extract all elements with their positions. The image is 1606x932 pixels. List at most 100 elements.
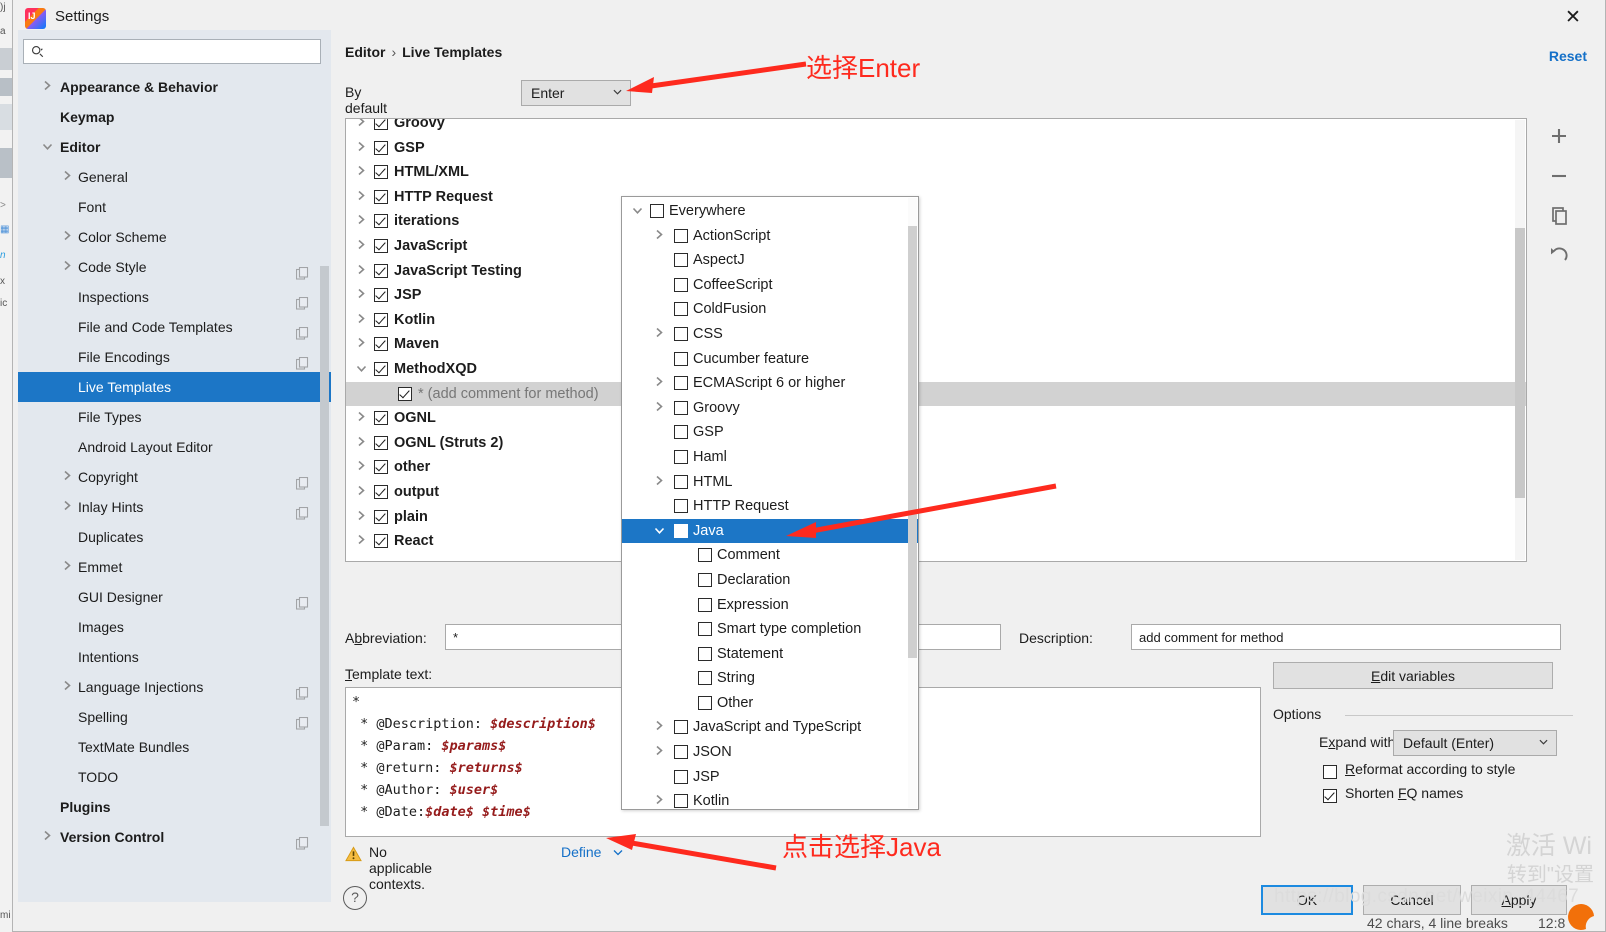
chevron-right-icon[interactable] (60, 672, 74, 702)
context-checkbox[interactable] (674, 499, 688, 514)
template-checkbox[interactable] (374, 312, 388, 327)
template-group-row[interactable]: iterations (346, 209, 1526, 234)
sidebar-item-duplicates[interactable]: Duplicates (18, 522, 331, 552)
context-checkbox[interactable] (650, 204, 664, 218)
context-option-java[interactable]: Java (622, 518, 918, 544)
breadcrumb-root[interactable]: Editor (345, 44, 385, 60)
template-tree-scrollbar[interactable] (1515, 120, 1525, 560)
context-checkbox[interactable] (674, 769, 688, 784)
expand-with-combo[interactable]: Default (Enter) (1393, 730, 1557, 756)
context-option-kotlin[interactable]: Kotlin (622, 789, 918, 809)
sidebar-item-spelling[interactable]: Spelling (18, 702, 331, 732)
context-option-coffeescript[interactable]: CoffeeScript (622, 273, 918, 298)
context-checkbox[interactable] (698, 572, 712, 587)
context-checkbox[interactable] (674, 253, 688, 268)
restore-defaults-button[interactable] (1545, 242, 1573, 270)
chevron-right-icon[interactable] (40, 822, 54, 852)
context-checkbox[interactable] (698, 622, 712, 637)
template-checkbox[interactable] (374, 534, 388, 549)
chevron-right-icon[interactable] (652, 740, 666, 765)
context-option-cucumber-feature[interactable]: Cucumber feature (622, 347, 918, 372)
context-checkbox[interactable] (674, 474, 688, 489)
chevron-right-icon[interactable] (354, 136, 368, 161)
context-checkbox[interactable] (698, 548, 712, 563)
context-option-statement[interactable]: Statement (622, 642, 918, 667)
chevron-right-icon[interactable] (354, 332, 368, 357)
chevron-down-icon[interactable] (354, 357, 368, 382)
template-checkbox[interactable] (374, 411, 388, 426)
chevron-right-icon[interactable] (652, 322, 666, 347)
default-expand-combo[interactable]: Enter (521, 80, 631, 106)
template-checkbox[interactable] (374, 119, 388, 130)
context-option-json[interactable]: JSON (622, 740, 918, 765)
template-checkbox[interactable] (374, 484, 388, 499)
sidebar-item-gui-designer[interactable]: GUI Designer (18, 582, 331, 612)
template-group-row[interactable]: HTML/XML (346, 160, 1526, 185)
search-box[interactable] (23, 39, 321, 64)
help-icon[interactable]: ? (343, 886, 367, 910)
template-checkbox[interactable] (398, 386, 412, 401)
template-checkbox[interactable] (374, 509, 388, 524)
chevron-right-icon[interactable] (60, 462, 74, 492)
context-option-groovy[interactable]: Groovy (622, 396, 918, 421)
context-option-coldfusion[interactable]: ColdFusion (622, 297, 918, 322)
sidebar-item-file-types[interactable]: File Types (18, 402, 331, 432)
context-option-aspectj[interactable]: AspectJ (622, 248, 918, 273)
context-option-http-request[interactable]: HTTP Request (622, 494, 918, 519)
reformat-checkbox[interactable] (1323, 765, 1337, 779)
chevron-right-icon[interactable] (354, 431, 368, 456)
chevron-right-icon[interactable] (652, 371, 666, 396)
chevron-right-icon[interactable] (60, 222, 74, 252)
sidebar-item-file-encodings[interactable]: File Encodings (18, 342, 331, 372)
chevron-right-icon[interactable] (354, 480, 368, 505)
context-checkbox[interactable] (674, 523, 688, 538)
context-option-comment[interactable]: Comment (622, 543, 918, 568)
duplicate-template-button[interactable] (1545, 202, 1573, 230)
context-checkbox[interactable] (674, 745, 688, 760)
template-item-row[interactable]: * (add comment for method) (346, 381, 1526, 407)
template-group-row[interactable]: output (346, 480, 1526, 505)
chevron-right-icon[interactable] (652, 470, 666, 495)
context-option-gsp[interactable]: GSP (622, 420, 918, 445)
context-option-ecmascript-6-or-higher[interactable]: ECMAScript 6 or higher (622, 371, 918, 396)
chevron-right-icon[interactable] (40, 72, 54, 102)
chevron-right-icon[interactable] (60, 252, 74, 282)
chevron-down-icon[interactable] (40, 132, 54, 162)
context-option-css[interactable]: CSS (622, 322, 918, 347)
context-checkbox[interactable] (674, 720, 688, 735)
sidebar-item-keymap[interactable]: Keymap (18, 102, 331, 132)
template-checkbox[interactable] (374, 337, 388, 352)
context-checkbox[interactable] (674, 326, 688, 341)
context-checkbox[interactable] (698, 695, 712, 710)
sidebar-item-font[interactable]: Font (18, 192, 331, 222)
sidebar-scrollbar[interactable] (320, 74, 329, 896)
context-checkbox[interactable] (674, 228, 688, 243)
template-group-row[interactable]: Kotlin (346, 308, 1526, 333)
sidebar-item-general[interactable]: General (18, 162, 331, 192)
context-checkbox[interactable] (674, 400, 688, 415)
sidebar-item-version-control[interactable]: Version Control (18, 822, 331, 852)
sidebar-item-editor[interactable]: Editor (18, 132, 331, 162)
template-group-row[interactable]: React (346, 529, 1526, 554)
context-checkbox[interactable] (698, 671, 712, 686)
template-checkbox[interactable] (374, 165, 388, 180)
context-option-declaration[interactable]: Declaration (622, 568, 918, 593)
chevron-right-icon[interactable] (354, 308, 368, 333)
sidebar-item-inspections[interactable]: Inspections (18, 282, 331, 312)
chevron-right-icon[interactable] (354, 455, 368, 480)
chevron-right-icon[interactable] (60, 162, 74, 192)
template-group-row[interactable]: JavaScript Testing (346, 259, 1526, 284)
template-checkbox[interactable] (374, 189, 388, 204)
sidebar-item-android-layout-editor[interactable]: Android Layout Editor (18, 432, 331, 462)
template-checkbox[interactable] (374, 435, 388, 450)
context-checkbox[interactable] (674, 302, 688, 317)
add-template-button[interactable] (1545, 122, 1573, 150)
chevron-right-icon[interactable] (652, 224, 666, 249)
template-group-row[interactable]: Groovy (346, 119, 1526, 136)
context-checkbox[interactable] (674, 277, 688, 292)
sidebar-item-language-injections[interactable]: Language Injections (18, 672, 331, 702)
template-group-row[interactable]: JSP (346, 283, 1526, 308)
context-checkbox[interactable] (674, 351, 688, 366)
template-checkbox[interactable] (374, 140, 388, 155)
chevron-right-icon[interactable] (354, 529, 368, 554)
